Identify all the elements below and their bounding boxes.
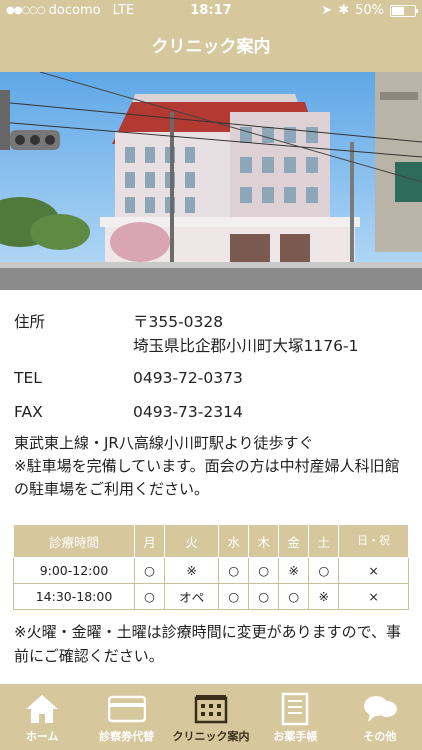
schedule-header: 日・祝 — [338, 524, 409, 558]
tab-clinic-info[interactable]: クリニック案内 — [169, 684, 253, 750]
tab-label: お薬手帳 — [273, 730, 318, 743]
schedule-header-row: 診療時間 月 火 水 木 金 土 日・祝 — [13, 524, 409, 558]
schedule-cell: ※ — [308, 583, 340, 610]
schedule-header: 木 — [248, 524, 280, 558]
building-icon — [169, 692, 253, 726]
address-value: 埼玉県比企郡小川町大塚1176-1 — [133, 337, 359, 355]
schedule-cell: ○ — [133, 583, 166, 610]
schedule-cell: × — [338, 583, 409, 610]
schedule-cell: ○ — [218, 583, 250, 610]
schedule-header: 月 — [133, 524, 166, 558]
tel-label: TEL — [14, 369, 42, 387]
nav-bar: クリニック案内 — [0, 22, 422, 72]
table-row: 14:30-18:00 ○ オペ ○ ○ ○ ※ × — [13, 583, 409, 610]
table-row: 9:00-12:00 ○ ※ ○ ○ ※ ○ × — [13, 557, 409, 584]
schedule-cell: ○ — [218, 557, 250, 584]
tab-other[interactable]: その他 — [338, 684, 422, 750]
status-bar: ●●○○○ docomo LTE 18:17 ➤ ✱ 50% — [0, 0, 422, 22]
fax-label: FAX — [14, 403, 43, 421]
chat-bubble-icon — [338, 692, 422, 726]
schedule-cell: ○ — [133, 557, 166, 584]
battery-icon — [390, 4, 418, 17]
tab-card[interactable]: 診察券代替 — [84, 684, 168, 750]
parking-text: ※駐車場を完備しています。面会の方は中村産婦人科旧館の駐車場をご利用ください。 — [14, 457, 400, 498]
schedule-cell: ○ — [308, 557, 340, 584]
access-notes: 東武東上線・JR八高線小川町駅より徒歩すぐ ※駐車場を完備しています。面会の方は… — [14, 432, 409, 501]
schedule-cell: ○ — [278, 583, 310, 610]
tab-label: 診察券代替 — [99, 730, 155, 743]
schedule-header: 水 — [218, 524, 250, 558]
schedule-cell: 9:00-12:00 — [13, 557, 135, 584]
schedule-cell: 14:30-18:00 — [13, 583, 135, 610]
schedule-footnote: ※火曜・金曜・土曜は診療時間に変更がありますので、事前にご確認ください。 — [14, 623, 401, 665]
schedule-table: 診療時間 月 火 水 木 金 土 日・祝 9:00-12:00 ○ ※ ○ ○ … — [13, 524, 409, 610]
tab-label: ホーム — [25, 730, 59, 743]
bluetooth-icon: ✱ — [338, 3, 350, 18]
access-text: 東武東上線・JR八高線小川町駅より徒歩すぐ — [14, 434, 314, 452]
schedule-cell: ※ — [164, 557, 220, 584]
tab-bar: ホーム 診察券代替 クリニック案内 お薬手帳 その他 — [0, 684, 422, 750]
schedule-header: 診療時間 — [13, 524, 135, 558]
battery-percentage: 50% — [355, 3, 384, 18]
schedule-cell: ※ — [278, 557, 310, 584]
card-icon — [84, 692, 168, 726]
tab-label: その他 — [363, 730, 397, 743]
schedule-cell: ○ — [248, 583, 280, 610]
schedule-cell: オペ — [164, 583, 220, 610]
tab-label: クリニック案内 — [172, 730, 250, 743]
schedule-cell: ○ — [248, 557, 280, 584]
postal-code: 〒355-0328 — [133, 313, 224, 331]
tel-link[interactable]: 0493-72-0373 — [133, 369, 243, 387]
home-icon — [0, 692, 84, 726]
schedule-header: 金 — [278, 524, 310, 558]
schedule-header: 火 — [164, 524, 220, 558]
page-title: クリニック案内 — [151, 37, 271, 57]
tab-medicine-notebook[interactable]: お薬手帳 — [253, 684, 337, 750]
schedule-cell: × — [338, 557, 409, 584]
notebook-icon — [253, 692, 337, 726]
address-label: 住所 — [14, 313, 46, 331]
clinic-building-photo — [0, 72, 422, 290]
location-icon: ➤ — [321, 3, 333, 18]
schedule-header: 土 — [308, 524, 340, 558]
fax-value: 0493-73-2314 — [133, 403, 243, 421]
tab-home[interactable]: ホーム — [0, 684, 84, 750]
